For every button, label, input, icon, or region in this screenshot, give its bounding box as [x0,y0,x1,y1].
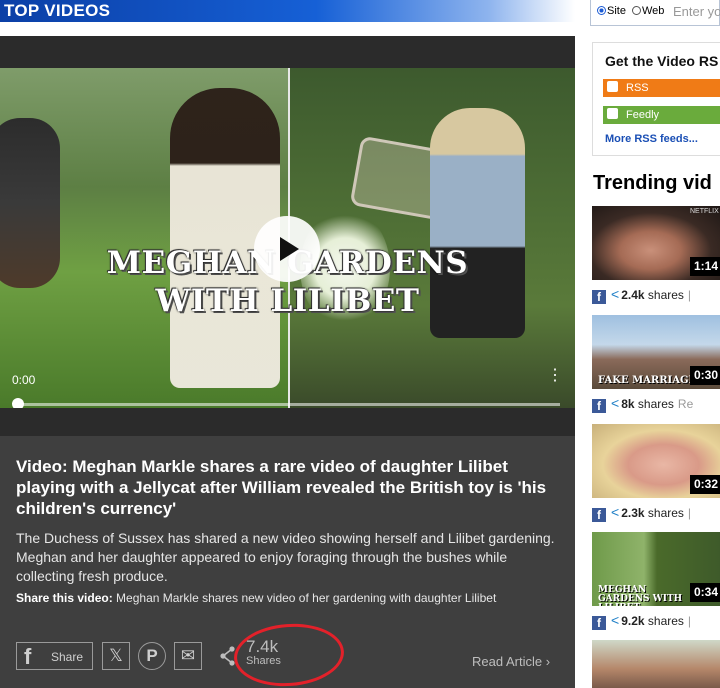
meta-extra: | [687,614,692,628]
pinterest-icon: P [146,646,158,665]
trending-share-count: 9.2k [621,614,645,628]
x-share-button[interactable]: 𝕏 [102,642,130,670]
top-videos-section: TOP VIDEOS MEGHAN GARDENS WITH LILIBET 0… [0,0,575,688]
video-info-panel: Video: Meghan Markle shares a rare video… [0,436,575,688]
video-duration: 0:30 [690,366,720,385]
read-article-link[interactable]: Read Article › [472,654,550,669]
rss-box: Get the Video RS RSS Feedly More RSS fee… [592,42,720,156]
feedly-button[interactable]: Feedly [603,106,720,124]
thumb-caption: FAKE MARRIAGE [598,375,697,386]
video-description: The Duchess of Sussex has shared a new v… [16,530,555,584]
trending-item[interactable]: 0:32 f <2.3k shares | [592,424,720,530]
trending-thumbnail[interactable] [592,640,720,688]
sidebar: Site Web Enter yo Get the Video RS RSS F… [590,0,720,688]
more-rss-link[interactable]: More RSS feeds... [605,133,698,145]
trending-share-label: shares [647,288,684,302]
meta-extra: Re [677,397,694,411]
facebook-icon[interactable]: f [592,290,606,304]
trending-share-count: 2.3k [621,506,645,520]
more-options-icon[interactable]: ⋮ [547,368,563,384]
facebook-icon[interactable]: f [592,508,606,522]
facebook-icon: f [24,644,32,669]
x-icon: 𝕏 [109,646,123,665]
rss-title: Get the Video RS [605,53,719,69]
feedly-label: Feedly [626,109,660,121]
rss-icon [607,81,618,92]
video-duration: 0:34 [690,583,720,602]
search-option-web[interactable]: Web [632,5,664,17]
trending-meta: f <9.2k shares | [592,612,692,630]
facebook-icon[interactable]: f [592,616,606,630]
thumb-caption: NETFLIX [690,208,719,215]
share-this-video-label: Share this video: [16,591,113,605]
video-player[interactable]: MEGHAN GARDENS WITH LILIBET 0:00 ⋮ [0,36,575,436]
share-this-video: Share this video: Meghan Markle shares n… [16,591,561,606]
search-option-web-label: Web [642,5,665,17]
meta-extra: | [687,506,692,520]
progress-handle[interactable] [12,398,24,408]
search-input[interactable]: Enter yo [673,4,720,19]
trending-item[interactable]: FAKE MARRIAGE 0:30 f <8k shares Re [592,315,720,421]
trending-item[interactable]: NETFLIX 1:14 f <2.4k shares | [592,206,720,312]
overlay-line-2: WITH LILIBET [155,283,420,319]
share-icon[interactable]: < [611,504,619,520]
share-this-video-text: Meghan Markle shares new video of her ga… [116,591,497,605]
facebook-share-button[interactable]: f Share [16,642,93,670]
pinterest-share-button[interactable]: P [138,642,166,670]
facebook-share-label: Share [51,650,84,664]
trending-share-label: shares [647,614,684,628]
thumb-caption: MEGHAN GARDENS WITH LILIBET [598,585,683,607]
share-icon[interactable]: < [611,395,619,411]
current-time: 0:00 [12,373,36,387]
section-title: TOP VIDEOS [4,1,111,20]
trending-item[interactable]: MEGHAN GARDENS WITH LILIBET 0:34 f <9.2k … [592,532,720,638]
progress-bar[interactable] [16,403,560,406]
trending-share-label: shares [647,506,684,520]
radio-unselected-icon [632,6,641,15]
email-share-button[interactable]: ✉ [174,642,202,670]
rss-label: RSS [626,82,649,94]
trending-meta: f <2.4k shares | [592,286,692,304]
trending-meta: f <8k shares Re [592,395,694,413]
video-frame[interactable]: MEGHAN GARDENS WITH LILIBET 0:00 ⋮ [0,68,575,408]
search-bar: Site Web Enter yo [590,0,720,26]
play-button[interactable] [254,216,320,282]
video-duration: 1:14 [690,257,720,276]
rss-button[interactable]: RSS [603,79,720,97]
trending-share-count: 8k [621,397,635,411]
share-icon[interactable]: < [611,612,619,628]
feedly-icon [607,108,618,119]
trending-share-count: 2.4k [621,288,645,302]
share-icon[interactable]: < [611,286,619,302]
search-option-site[interactable]: Site [597,5,626,17]
radio-selected-icon [597,6,606,15]
page: TOP VIDEOS MEGHAN GARDENS WITH LILIBET 0… [0,0,720,688]
annotation-circle [231,620,347,688]
video-duration: 0:32 [690,475,720,494]
meta-extra: | [687,288,692,302]
trending-share-label: shares [637,397,674,411]
trending-meta: f <2.3k shares | [592,504,692,522]
section-header: TOP VIDEOS [0,0,575,22]
video-headline[interactable]: Video: Meghan Markle shares a rare video… [16,456,561,519]
search-option-site-label: Site [607,5,626,17]
trending-title: Trending vid [593,172,712,194]
trending-item[interactable] [592,640,720,688]
email-icon: ✉ [180,646,196,665]
play-icon [280,237,299,261]
facebook-icon[interactable]: f [592,399,606,413]
